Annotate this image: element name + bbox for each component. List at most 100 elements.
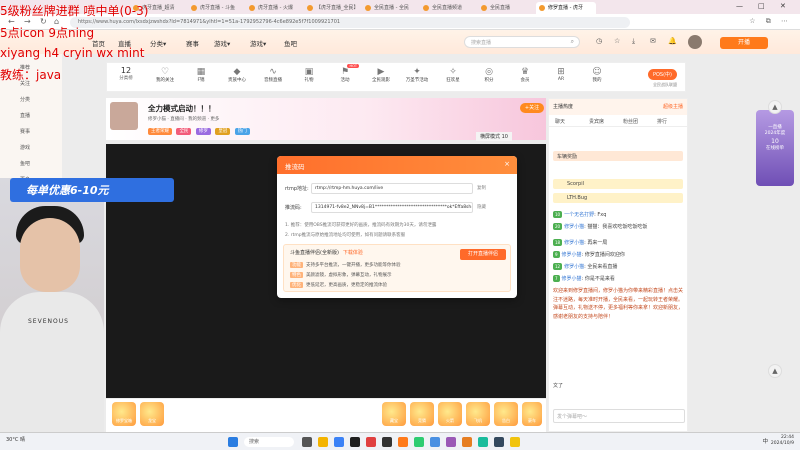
nav-category[interactable]: 分类▾ <box>150 38 166 48</box>
tab-fans[interactable]: 粉丝团 <box>623 118 638 125</box>
category-item[interactable]: ◎ 积分 <box>471 67 507 83</box>
gift-item[interactable]: 火箭 <box>438 402 462 426</box>
chat-input[interactable]: 发个弹幕吧～ <box>553 409 685 423</box>
tab-chat[interactable]: 聊天 <box>555 118 565 125</box>
app-icon[interactable] <box>462 437 472 447</box>
qq-icon[interactable] <box>430 437 440 447</box>
app-icon[interactable] <box>510 437 520 447</box>
app-icon[interactable] <box>366 437 376 447</box>
scroll-top-icon[interactable]: ▲ <box>768 364 782 378</box>
nav-game-2[interactable]: 游戏▾ <box>250 38 266 48</box>
start-stream-button[interactable]: 开播 <box>720 37 768 49</box>
wechat-icon[interactable] <box>414 437 424 447</box>
side-rank-widget[interactable]: 一直播 2024年度 10 在线榜单 <box>756 110 794 186</box>
browser-tab[interactable]: 虎牙直播 - 火爆 <box>246 2 302 14</box>
browser-tab[interactable]: 虎牙直播 - 斗鱼 <box>188 2 244 14</box>
chat-message[interactable]: 7 修罗小猫: 你是不是来看 <box>553 275 683 283</box>
room-tag[interactable]: 皇冠 <box>215 128 231 135</box>
huya-icon[interactable] <box>398 437 408 447</box>
app-icon[interactable] <box>446 437 456 447</box>
scroll-up-icon[interactable]: ▲ <box>768 100 782 114</box>
steam-icon[interactable] <box>350 437 360 447</box>
start-icon[interactable] <box>228 437 238 447</box>
level-box[interactable]: 12 分类榜 <box>111 66 141 90</box>
chat-message[interactable]: 12 修罗小猫: 全民来看直播 <box>553 263 683 271</box>
sidenav-item[interactable]: 游戏 <box>20 144 30 151</box>
category-item[interactable]: ♛ 会员 <box>507 67 543 83</box>
hide-button[interactable]: 隐藏 <box>477 204 486 210</box>
gift-item[interactable]: 藏宝 <box>382 402 406 426</box>
gift-item[interactable]: 豪车 <box>522 402 542 426</box>
room-tag[interactable]: 修罗 <box>195 128 211 135</box>
tab-rank[interactable]: 排行 <box>657 118 667 125</box>
minimize-button[interactable]: — <box>736 2 743 10</box>
gift-item[interactable]: 飞机 <box>466 402 490 426</box>
history-icon[interactable]: ◷ <box>596 37 602 45</box>
message-icon[interactable]: ✉ <box>650 37 656 45</box>
taskbar-clock[interactable]: 22:44 2024/10/9 <box>771 435 794 447</box>
taskbar-search[interactable]: 搜索 <box>244 437 294 447</box>
gift-item[interactable]: 修罗宝箱 <box>112 402 136 426</box>
url-input[interactable]: https://www.huya.com/lxsdxjzwshdx?ld=781… <box>70 17 630 28</box>
chat-message[interactable]: 18 修罗小猫: 再来一局 <box>553 239 683 247</box>
gift-item[interactable]: 龙宝 <box>140 402 164 426</box>
app-icon[interactable] <box>494 437 504 447</box>
category-item[interactable]: ◆ 贵族中心 <box>219 67 255 83</box>
maximize-button[interactable]: □ <box>758 2 765 10</box>
weather-widget[interactable]: 30°C 晴 <box>6 436 25 443</box>
browser-tab[interactable]: 全民直播频道 <box>420 2 476 14</box>
app-icon[interactable] <box>478 437 488 447</box>
sidenav-item[interactable]: 分类 <box>20 96 30 103</box>
panel-card[interactable]: Scorpil <box>553 179 683 189</box>
sidenav-item[interactable]: 直播 <box>20 112 30 119</box>
browser-tab[interactable]: 全民直播 <box>478 2 534 14</box>
close-icon[interactable]: × <box>504 160 510 168</box>
ime-indicator[interactable]: 中 <box>762 437 768 445</box>
category-item[interactable]: ✧ 狂欢星 <box>435 67 471 83</box>
nav-match[interactable]: 赛事 <box>186 38 199 48</box>
obs-icon[interactable] <box>382 437 392 447</box>
category-item[interactable]: ✦ 万圣节活动 <box>399 67 435 83</box>
player-control[interactable]: 横屏模式 10 <box>476 132 512 141</box>
room-tag[interactable]: 王者荣耀 <box>148 128 172 135</box>
user-avatar[interactable] <box>688 35 702 49</box>
room-tag[interactable]: 热门 <box>234 128 250 135</box>
browser-toolbar-icons[interactable]: ☆ ⧉ ⋯ <box>749 17 792 26</box>
search-input[interactable]: 搜索直播 ⌕ <box>464 36 580 48</box>
star-icon[interactable]: ☆ <box>614 37 620 45</box>
panel-card[interactable]: 车辆奖励 <box>553 151 683 161</box>
stream-key-field[interactable]: 1314971-fv8e2_NNv8j=B1******************… <box>311 202 473 213</box>
rtmp-field[interactable]: rtmp://rtmp-hm.huya.com/live <box>311 183 473 194</box>
chat-message[interactable]: 9 修罗小猫: 修罗直播间欢迎你 <box>553 251 683 259</box>
promo-link[interactable]: 下载体验 <box>343 250 363 256</box>
nav-game[interactable]: 游戏▾ <box>214 38 230 48</box>
chat-message[interactable]: 20 修罗小猫: 猫猫：我喜欢吃饭吃饭吃饭 <box>553 223 683 231</box>
search-icon[interactable]: ⌕ <box>571 38 574 46</box>
explorer-icon[interactable] <box>318 437 328 447</box>
browser-tab-active[interactable]: 修罗直播 - 虎牙 <box>536 2 596 14</box>
pos-logo[interactable]: POS(中) <box>647 69 677 80</box>
sidenav-item[interactable]: 赛事 <box>20 128 30 135</box>
category-item[interactable]: ▦ F锦 <box>183 67 219 83</box>
download-icon[interactable]: ⤓ <box>632 37 635 46</box>
nav-fish-bar[interactable]: 鱼吧 <box>284 38 297 48</box>
bell-icon[interactable]: 🔔 <box>668 37 677 45</box>
edge-icon[interactable] <box>334 437 344 447</box>
category-item[interactable]: ⊞ AR <box>543 67 579 82</box>
category-item[interactable]: ♡ 我的关注 <box>147 67 183 83</box>
panel-card[interactable]: LTH.Bug <box>553 193 683 203</box>
open-companion-button[interactable]: 打开直播伴侣 <box>460 249 506 260</box>
category-item[interactable]: ∿ 音频直播 <box>255 67 291 83</box>
taskview-icon[interactable] <box>302 437 312 447</box>
category-item[interactable]: ▶ 全民观影 <box>363 67 399 83</box>
sidenav-item[interactable]: 鱼吧 <box>20 160 30 167</box>
category-item[interactable]: ⚑ 活动 HOT <box>327 64 363 83</box>
browser-tab[interactable]: 【虎牙直播_全民】 <box>304 2 360 14</box>
chat-message[interactable]: 10 一个无名打野: Fxq <box>553 211 683 219</box>
room-tag[interactable]: 全民 <box>176 128 192 135</box>
browser-tab[interactable]: 全民直播 - 全民 <box>362 2 418 14</box>
gift-item[interactable]: 竞猜 <box>410 402 434 426</box>
follow-button[interactable]: +关注 <box>520 103 544 113</box>
copy-button[interactable]: 复制 <box>477 185 486 191</box>
close-window-button[interactable]: ✕ <box>780 2 786 10</box>
